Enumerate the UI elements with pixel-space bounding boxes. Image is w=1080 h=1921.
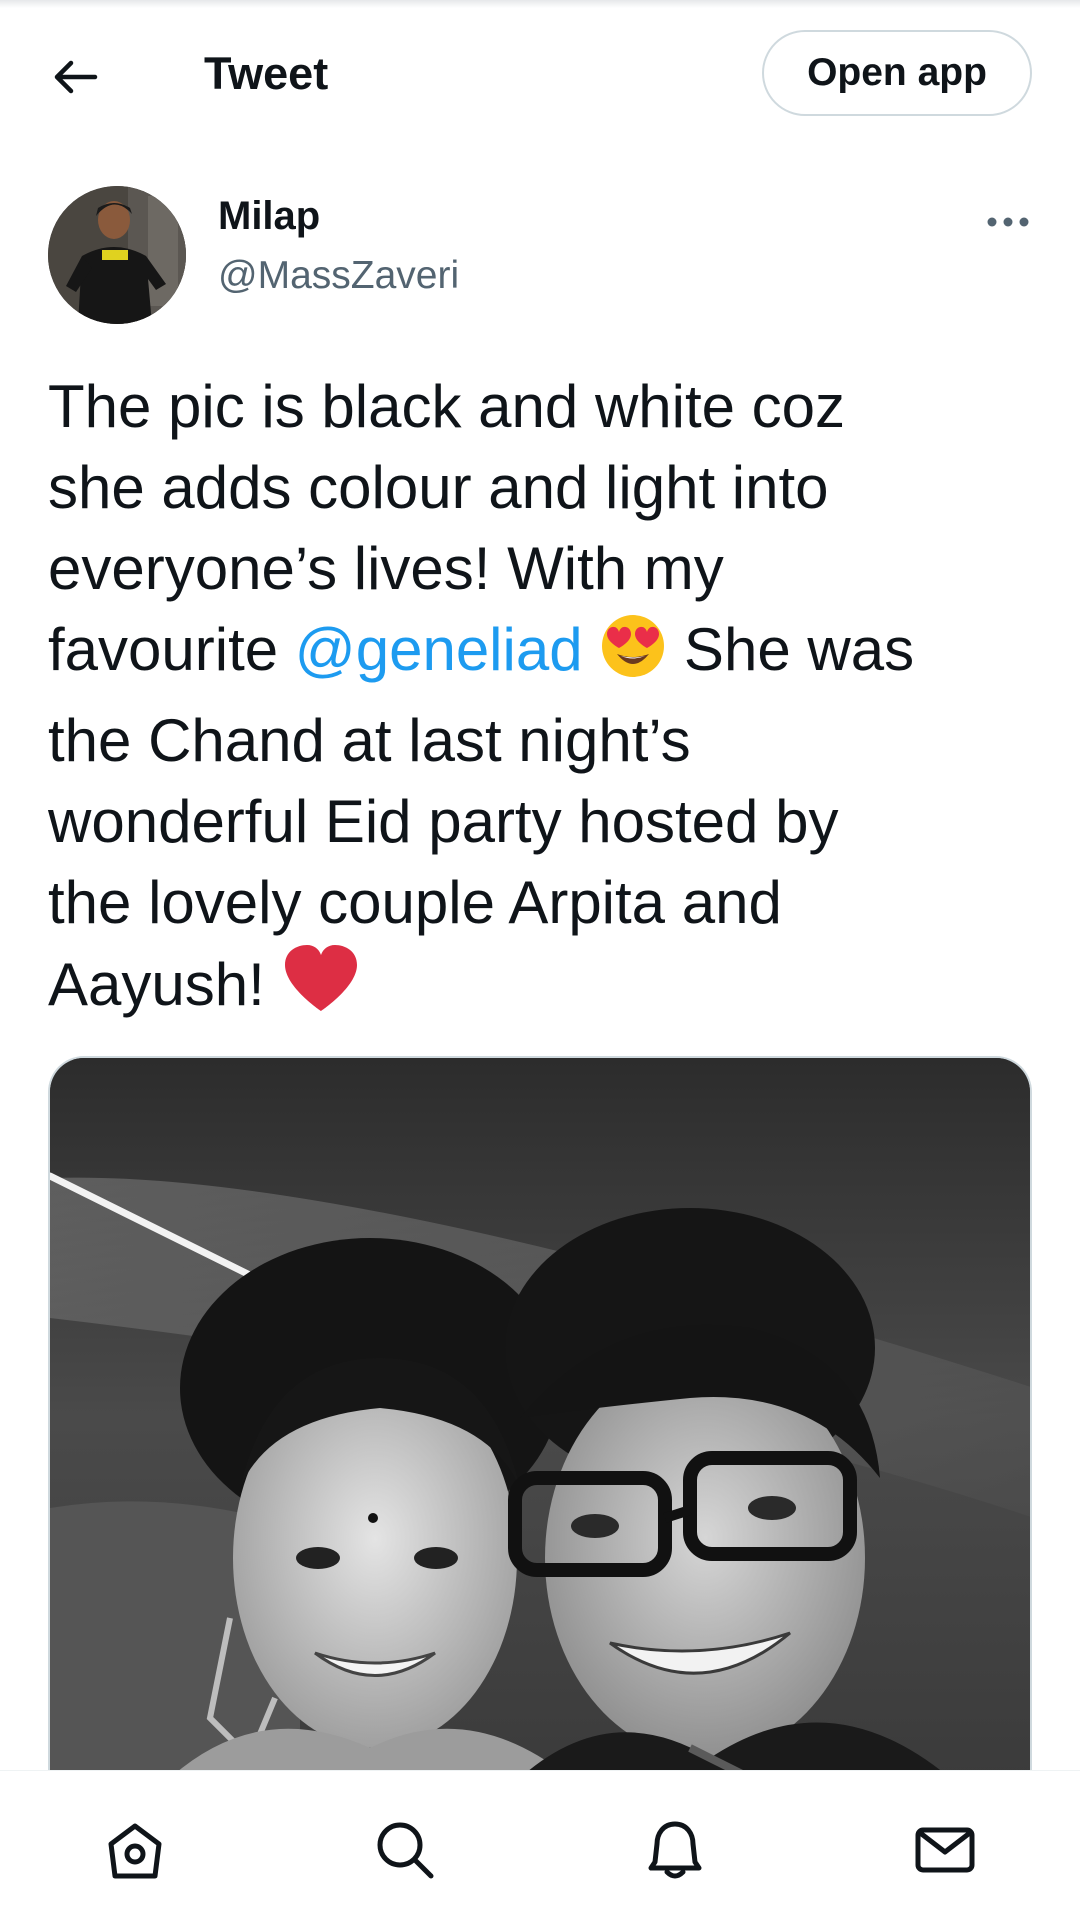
- nav-search-button[interactable]: [360, 1805, 450, 1895]
- tweet-photo[interactable]: [48, 1056, 1032, 1776]
- page-title: Tweet: [204, 48, 329, 99]
- red-heart-emoji-icon: [281, 943, 361, 1035]
- status-bar-strip: [0, 0, 1080, 8]
- messages-icon: [915, 1827, 975, 1873]
- tweet-text-fragment: favourite: [48, 616, 295, 683]
- tweet-line: everyone’s lives! With my: [48, 535, 724, 602]
- nav-notifications-button[interactable]: [630, 1805, 720, 1895]
- author-name[interactable]: Milap: [218, 194, 320, 239]
- tweet-text-fragment: She was: [667, 616, 915, 683]
- top-bar: Tweet Open app: [0, 20, 1080, 130]
- bottom-navigation: [0, 1770, 1080, 1921]
- nav-home-button[interactable]: [90, 1805, 180, 1895]
- tweet-text-fragment: Aayush!: [48, 951, 282, 1018]
- mention-link[interactable]: @geneliad: [295, 616, 583, 683]
- heart-eyes-emoji-icon: [599, 612, 667, 700]
- tweet-line: Aayush!: [48, 943, 1038, 1035]
- search-icon: [377, 1822, 434, 1879]
- author-handle[interactable]: @MassZaveri: [218, 254, 459, 298]
- tweet-line: she adds colour and light into: [48, 454, 829, 521]
- tweet-line: wonderful Eid party hosted by: [48, 788, 839, 855]
- tweet-line: The pic is black and white coz: [48, 373, 846, 440]
- back-button[interactable]: [40, 50, 110, 104]
- more-dots-icon: [987, 217, 1029, 227]
- avatar-photo: [48, 186, 186, 324]
- nav-messages-button[interactable]: [900, 1805, 990, 1895]
- back-arrow-icon: [54, 60, 98, 94]
- open-app-button[interactable]: Open app: [762, 30, 1032, 116]
- avatar[interactable]: [48, 186, 186, 324]
- notifications-icon: [648, 1821, 702, 1879]
- photo-image: [50, 1058, 1030, 1776]
- tweet-line: the lovely couple Arpita and: [48, 869, 782, 936]
- more-options-button[interactable]: [978, 200, 1038, 244]
- home-icon: [108, 1823, 162, 1879]
- tweet-line: favourite @geneliad She was: [48, 609, 1038, 700]
- tweet-text: The pic is black and white coz she adds …: [48, 366, 1038, 1035]
- tweet-line: the Chand at last night’s: [48, 707, 691, 774]
